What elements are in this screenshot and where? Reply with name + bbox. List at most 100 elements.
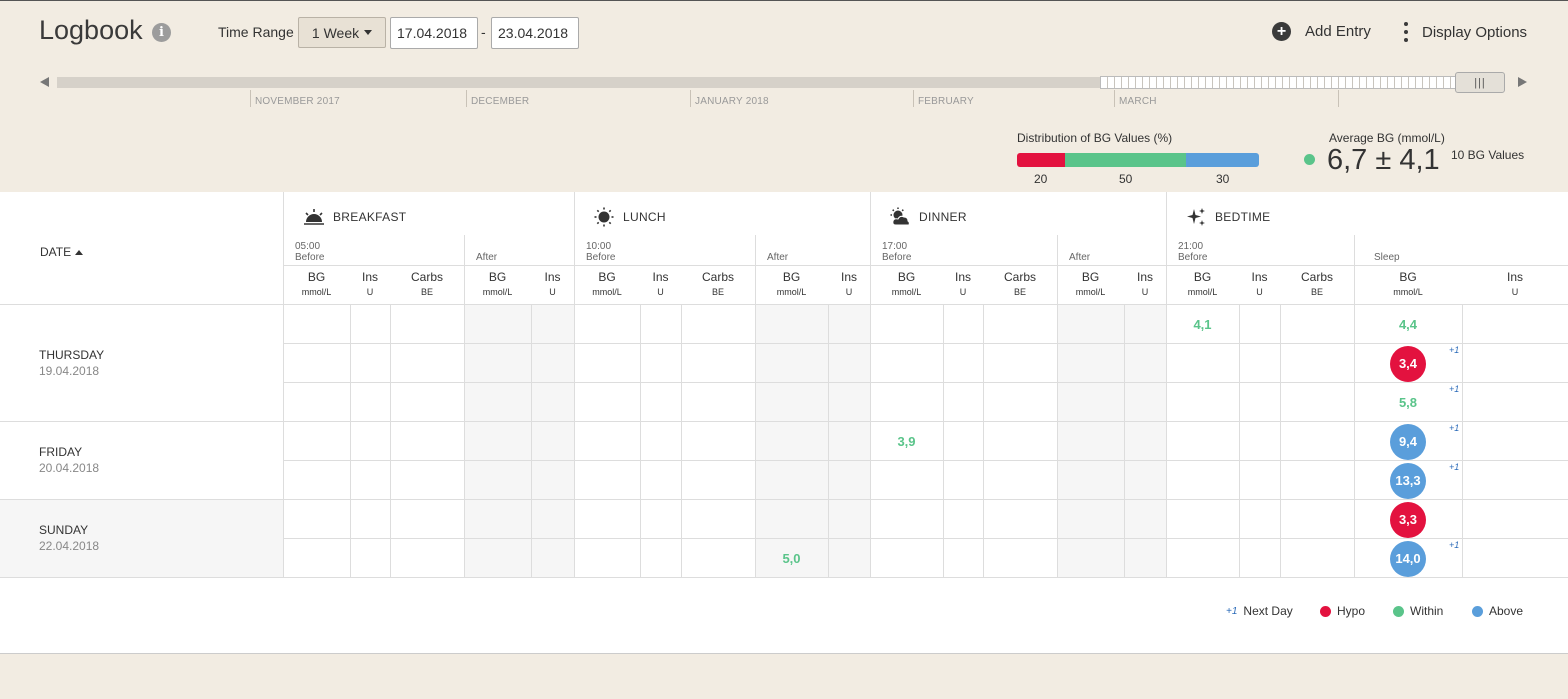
column-header-bg: BG mmol/L [755,270,828,297]
page-title: Logbook [39,15,143,45]
column-label: BG [782,270,801,284]
column-label: BG [307,270,326,284]
lunch-after-shade [755,304,870,577]
legend-within: Within [1393,604,1443,618]
column-label: BG [1193,270,1212,284]
timeline-tick [1338,90,1339,107]
table-bottom-line [0,577,1568,578]
column-label: Ins [544,270,561,284]
lunch-before-header: 10:00 Before [586,241,616,263]
timeline-handle[interactable]: ||| [1455,72,1505,93]
average-bg-label: Average BG (mmol/L) [1329,131,1445,145]
meal-name: DINNER [919,210,967,224]
column-header-bg: BG mmol/L [1354,270,1462,297]
column-header-bg: BG mmol/L [574,270,640,297]
timeline-tick [250,90,251,107]
column-unit: U [1256,287,1263,297]
column-label: Carbs [701,270,734,284]
bg-reading-above[interactable]: 14,0 [1390,540,1426,577]
sunrise-icon [304,209,324,225]
add-entry-label: Add Entry [1305,23,1371,40]
column-label: Carbs [410,270,443,284]
date-to-input[interactable] [491,17,579,49]
column-unit: U [657,287,664,297]
bg-reading-within[interactable]: 5,8 [1378,395,1438,410]
column-label: BG [1081,270,1100,284]
legend-above: Above [1472,604,1523,618]
column-divider [1280,304,1281,577]
date-sort-header[interactable]: DATE [40,245,84,259]
column-unit: BE [1013,287,1026,297]
legend-next-day: +1 Next Day [1226,604,1293,618]
next-day-marker: +1 [1449,423,1460,433]
bg-reading-above[interactable]: 13,3 [1390,462,1426,499]
column-unit: mmol/L [1187,287,1218,297]
display-options-button[interactable]: Display Options [1403,22,1527,42]
subheader-divider [284,265,1568,266]
column-header-bg: BG mmol/L [1166,270,1239,297]
bg-reading-within[interactable]: 4,4 [1378,317,1438,332]
column-unit: mmol/L [301,287,332,297]
slot-divider [755,235,756,577]
legend-label: Above [1489,604,1524,618]
bg-reading-within[interactable]: 3,9 [877,434,937,449]
bedtime-before-header: 21:00 Before [1178,241,1208,263]
row-divider [284,538,1568,539]
day-date: 20.04.2018 [39,461,100,475]
column-divider [531,304,532,577]
column-label: Carbs [1300,270,1333,284]
column-label: BG [488,270,507,284]
timeline-tick [690,90,691,107]
column-header-ins: Ins U [531,270,574,297]
plus-circle-icon: + [1272,22,1291,41]
timeline-prev-icon[interactable] [40,77,49,87]
meal-header-lunch: LUNCH [593,202,666,232]
distribution-hypo-percent: 20 [1034,172,1048,186]
meal-name: BREAKFAST [333,210,407,224]
bg-reading-hypo[interactable]: 3,4 [1390,345,1426,382]
slot-divider [1354,235,1355,577]
column-header-carbs: Carbs BE [1280,270,1354,297]
dinner-before-header: 17:00 Before [882,241,912,263]
bg-reading-within[interactable]: 4,1 [1173,317,1233,332]
column-label: Ins [652,270,669,284]
column-unit: mmol/L [1075,287,1106,297]
bg-reading-within[interactable]: 5,0 [762,551,822,566]
bg-value-count: 10 BG Values [1451,148,1525,162]
day-divider [0,499,1568,500]
timeline-selected-range[interactable] [1100,76,1460,89]
top-border [0,0,1568,1]
column-divider [640,304,641,577]
row-divider [284,343,1568,344]
column-header-ins: Ins U [1124,270,1166,297]
dinner-after-shade [1057,304,1166,577]
day-name: SUNDAY [39,523,89,537]
column-header-carbs: Carbs BE [390,270,464,297]
timeline-next-icon[interactable] [1518,77,1527,87]
column-header-bg: BG mmol/L [870,270,943,297]
column-divider [1124,304,1125,577]
sun-cloud-icon [890,207,910,226]
breakfast-before-header: 05:00 Before [295,241,325,263]
timeline-tick [1114,90,1115,107]
next-day-marker: +1 [1449,345,1460,355]
time-range-value: 1 Week [311,24,360,41]
add-entry-button[interactable]: + Add Entry [1272,22,1371,41]
legend-label: Next Day [1243,604,1293,618]
info-icon[interactable]: i [152,23,171,42]
kebab-menu-icon [1403,22,1409,42]
timeline-month: MARCH [1119,96,1157,107]
column-unit: BE [420,287,433,297]
date-header-label: DATE [40,245,72,259]
time-range-dropdown[interactable]: 1 Week [298,17,386,48]
column-unit: mmol/L [482,287,513,297]
column-label: Ins [361,270,378,284]
date-from-input[interactable] [390,17,478,49]
bg-reading-above[interactable]: 9,4 [1390,423,1426,460]
sunday-date-shade [0,499,283,577]
average-status-dot [1304,154,1315,165]
meal-divider [870,192,871,577]
distribution-bar [1017,153,1259,167]
bg-reading-hypo[interactable]: 3,3 [1390,501,1426,538]
day-name: FRIDAY [39,445,83,459]
